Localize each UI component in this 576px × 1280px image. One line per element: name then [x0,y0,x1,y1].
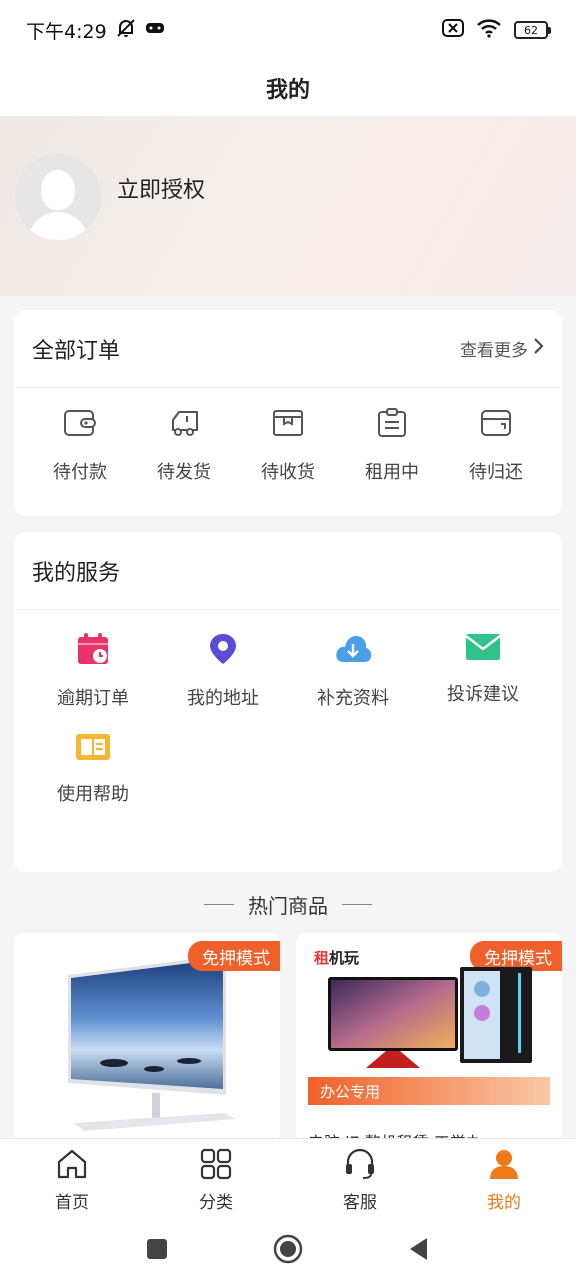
service-label: 使用帮助 [57,784,129,805]
page-title: 我的 [265,78,310,103]
service-supplement-info[interactable]: 补充资料 [288,632,418,710]
divider [204,903,234,905]
order-item-label: 待发货 [157,462,211,483]
bottom-tab-bar: 首页 分类 客服 我的 [0,1138,576,1222]
service-label: 我的地址 [187,688,259,709]
view-more-label: 查看更多 [460,341,528,361]
order-renting[interactable]: 租用中 [340,408,444,484]
service-complaints[interactable]: 投诉建议 [418,632,548,710]
return-wallet-icon [479,408,513,442]
recent-apps-button[interactable] [145,1237,169,1265]
page-title-bar: 我的 [0,60,576,116]
order-item-label: 待付款 [53,462,107,483]
orders-card: 全部订单 查看更多 待付款 待发货 待收货 租用中 待归还 [14,310,562,516]
order-pending-payment[interactable]: 待付款 [28,408,132,484]
book-icon [75,732,111,766]
banner-office-use: 办公专用 [308,1077,550,1105]
wifi-icon [476,18,502,43]
status-bar: 下午4:29 62 [0,0,576,60]
profile-header: 立即授权 [0,116,576,296]
tab-label: 首页 [55,1193,89,1213]
back-button[interactable] [407,1236,431,1266]
home-button[interactable] [273,1234,303,1268]
hot-products-title: 热门商品 [248,893,328,918]
order-pending-return[interactable]: 待归还 [444,408,548,484]
system-navigation-bar [0,1222,576,1280]
product-card[interactable]: 免押模式 [14,933,280,1143]
battery-icon: 62 [514,21,551,39]
tab-mine[interactable]: 我的 [454,1148,554,1213]
tab-customer-service[interactable]: 客服 [310,1148,410,1213]
status-time: 下午4:29 [26,20,107,43]
service-label: 补充资料 [317,688,389,709]
service-label: 投诉建议 [447,684,519,705]
tab-category[interactable]: 分类 [166,1148,266,1213]
order-item-label: 租用中 [365,462,419,483]
mute-bell-icon [115,17,137,44]
orders-title: 全部订单 [32,338,121,364]
service-help[interactable]: 使用帮助 [28,732,158,806]
order-pending-receive[interactable]: 待收货 [236,408,340,484]
tab-label: 我的 [487,1193,521,1213]
headset-icon [343,1148,377,1184]
grid-icon [200,1148,232,1184]
badge-deposit-free: 免押模式 [188,941,280,971]
location-pin-icon [206,632,240,670]
product-card[interactable]: 租机玩 免押模式 办公专用 电脑 i7 整机租赁 工学办 [296,933,562,1143]
truck-icon [167,408,201,442]
clipboard-icon [375,408,409,442]
service-overdue-orders[interactable]: 逾期订单 [28,632,158,710]
view-more-link[interactable]: 查看更多 [460,336,544,361]
package-icon [271,408,305,442]
service-label: 逾期订单 [57,688,129,709]
chevron-right-icon [532,337,544,360]
divider [342,903,372,905]
user-icon [488,1148,520,1184]
avatar[interactable] [15,154,101,240]
services-card: 我的服务 逾期订单 我的地址 补充资料 投诉建议 使用帮助 [14,532,562,872]
service-my-address[interactable]: 我的地址 [158,632,288,710]
sim-off-icon [442,18,464,42]
services-title: 我的服务 [32,560,121,586]
cloud-download-icon [334,632,372,670]
hot-products-heading: 热门商品 [0,886,576,922]
tab-home[interactable]: 首页 [22,1148,122,1213]
order-item-label: 待归还 [469,462,523,483]
authorize-link[interactable]: 立即授权 [117,172,205,204]
tab-label: 分类 [199,1193,233,1213]
battery-level: 62 [524,23,538,37]
wallet-icon [63,408,97,442]
home-icon [55,1148,89,1184]
order-item-label: 待收货 [261,462,315,483]
order-pending-ship[interactable]: 待发货 [132,408,236,484]
mail-icon [465,632,501,666]
product-image-pc-set [328,967,532,1068]
tab-label: 客服 [343,1193,377,1213]
calendar-clock-icon [76,632,110,670]
gamepad-icon [145,19,165,41]
